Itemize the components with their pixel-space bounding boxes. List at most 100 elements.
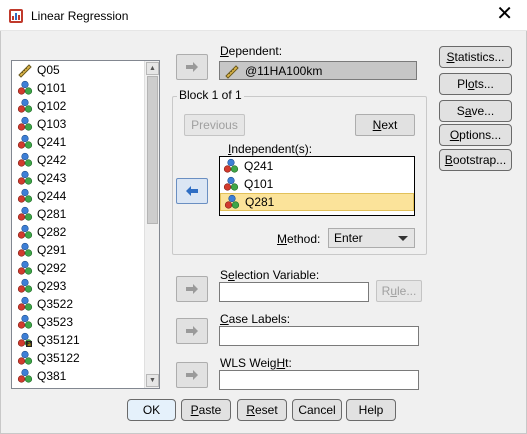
- move-to-case-labels-button[interactable]: [176, 318, 208, 344]
- scroll-thumb[interactable]: [147, 76, 158, 224]
- independents-list[interactable]: Q241 Q101 Q281: [219, 156, 415, 216]
- variable-name: Q381: [37, 369, 67, 383]
- arrow-right-icon: [186, 326, 198, 336]
- list-item[interactable]: Q243: [12, 169, 144, 187]
- list-item[interactable]: Q102: [12, 97, 144, 115]
- nominal-icon: [17, 368, 33, 383]
- nominal-icon: [17, 170, 33, 185]
- dependent-value: @11HA100km: [245, 63, 323, 78]
- nominal-icon: [17, 152, 33, 167]
- variable-name: Q3523: [37, 315, 74, 329]
- independent-name: Q241: [244, 159, 274, 173]
- method-select[interactable]: Enter: [328, 228, 415, 248]
- list-item[interactable]: Q381: [12, 367, 144, 385]
- variable-name: Q3522: [37, 297, 74, 311]
- list-item[interactable]: Q3522: [12, 295, 144, 313]
- variable-name: Q103: [37, 117, 67, 131]
- variable-name: Q101: [37, 81, 67, 95]
- list-item[interactable]: Q3523: [12, 313, 144, 331]
- variable-name: Q35121: [37, 333, 80, 347]
- help-button[interactable]: Help: [346, 399, 396, 421]
- move-to-dependent-button[interactable]: [176, 54, 208, 80]
- next-button[interactable]: Next: [355, 114, 415, 136]
- ok-button[interactable]: OK: [127, 399, 176, 421]
- nominal-icon: [17, 98, 33, 113]
- variable-name: Q05: [37, 63, 60, 77]
- nominal-icon: [17, 296, 33, 311]
- move-to-selection-button[interactable]: [176, 276, 208, 302]
- arrow-right-icon: [186, 370, 198, 380]
- independent-item[interactable]: Q281: [220, 193, 414, 211]
- variable-name: Q292: [37, 261, 67, 275]
- nominal-icon: [17, 314, 33, 329]
- dependent-field[interactable]: @11HA100km: [219, 61, 417, 80]
- scroll-up-icon[interactable]: ▲: [146, 62, 159, 75]
- arrow-right-icon: [186, 62, 198, 72]
- list-item[interactable]: Q103: [12, 115, 144, 133]
- scale-ruler-icon: [18, 64, 32, 78]
- selection-variable-field[interactable]: [219, 282, 369, 302]
- statistics-button[interactable]: Statistics...: [439, 46, 512, 68]
- nominal-icon: [17, 260, 33, 275]
- variable-name: Q291: [37, 243, 67, 257]
- nominal-icon: [17, 206, 33, 221]
- list-item[interactable]: Q291: [12, 241, 144, 259]
- list-item[interactable]: Q241: [12, 133, 144, 151]
- cancel-button[interactable]: Cancel: [292, 399, 342, 421]
- move-to-independents-button[interactable]: [176, 178, 208, 204]
- list-item[interactable]: Q05: [12, 61, 144, 79]
- nominal-icon: [223, 158, 239, 173]
- scroll-down-icon[interactable]: ▼: [146, 374, 159, 387]
- list-item[interactable]: Q292: [12, 259, 144, 277]
- spss-app-icon: [9, 9, 23, 23]
- list-item[interactable]: Q281: [12, 205, 144, 223]
- list-item[interactable]: Q242: [12, 151, 144, 169]
- case-labels-field[interactable]: [219, 326, 419, 346]
- list-item[interactable]: a Q35121: [12, 331, 144, 349]
- list-item[interactable]: Q282: [12, 223, 144, 241]
- variable-list-items: Q05 Q101 Q102 Q103 Q241 Q242 Q243 Q244 Q281 Q282 Q…: [12, 61, 144, 388]
- list-item[interactable]: Q244: [12, 187, 144, 205]
- independents-label: Independent(s):: [228, 142, 313, 156]
- nominal-icon: [223, 176, 239, 191]
- close-icon[interactable]: ✕: [496, 4, 513, 24]
- title-bar: Linear Regression ✕: [0, 0, 527, 31]
- independent-name: Q101: [244, 177, 274, 191]
- previous-button[interactable]: Previous: [184, 114, 245, 136]
- method-label: Method:: [277, 232, 321, 246]
- independent-name: Q281: [245, 195, 275, 209]
- variable-name: Q35122: [37, 351, 80, 365]
- save-button[interactable]: Sa ve...: [439, 100, 512, 122]
- nominal-icon: [17, 134, 33, 149]
- list-item[interactable]: Q35122: [12, 349, 144, 367]
- variable-name: Q244: [37, 189, 67, 203]
- move-to-wls-weight-button[interactable]: [176, 362, 208, 388]
- nominal-icon: [17, 116, 33, 131]
- independent-item[interactable]: Q241: [220, 157, 414, 175]
- chevron-down-icon: [398, 236, 408, 241]
- list-item[interactable]: Q293: [12, 277, 144, 295]
- plots-button[interactable]: Pl o ts...: [439, 73, 512, 95]
- reset-button[interactable]: Reset: [237, 399, 287, 421]
- nominal-icon: [17, 242, 33, 257]
- nominal-icon: [17, 278, 33, 293]
- variable-name: Q242: [37, 153, 67, 167]
- independent-item[interactable]: Q101: [220, 175, 414, 193]
- paste-button[interactable]: Paste: [181, 399, 231, 421]
- options-button[interactable]: Options...: [439, 124, 512, 146]
- bootstrap-button[interactable]: Bootstrap...: [439, 149, 512, 171]
- wls-weight-label: WLS WeigHt:: [220, 356, 292, 370]
- variable-name: Q243: [37, 171, 67, 185]
- string-nominal-icon: a: [17, 332, 33, 348]
- wls-weight-field[interactable]: [219, 370, 419, 390]
- variable-name: Q241: [37, 135, 67, 149]
- list-item[interactable]: Q101: [12, 79, 144, 97]
- rule-button[interactable]: Ru le...: [376, 280, 422, 302]
- variable-name: Q281: [37, 207, 67, 221]
- variable-list[interactable]: Q05 Q101 Q102 Q103 Q241 Q242 Q243 Q244 Q281 Q282 Q…: [11, 60, 160, 389]
- variable-list-scrollbar[interactable]: ▲ ▼: [144, 61, 159, 388]
- dependent-label: Dependent:: [220, 44, 283, 58]
- variable-name: Q282: [37, 225, 67, 239]
- variable-name: Q293: [37, 279, 67, 293]
- nominal-icon: [17, 80, 33, 95]
